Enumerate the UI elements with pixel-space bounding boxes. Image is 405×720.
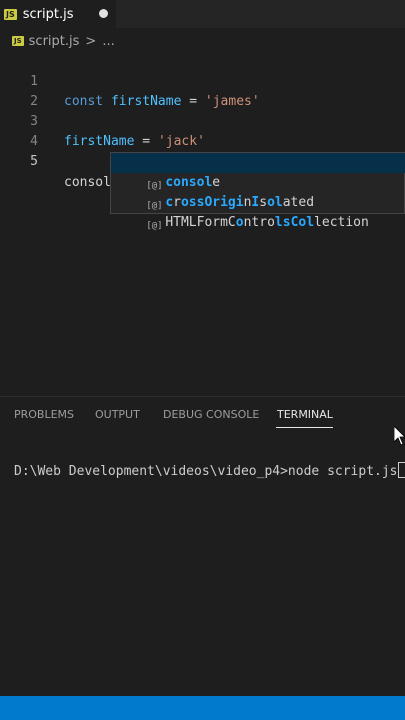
js-file-icon: JS: [4, 8, 17, 20]
terminal-cursor: [397, 462, 405, 478]
tab-debug-console[interactable]: DEBUG CONSOLE: [163, 408, 259, 421]
mouse-pointer-icon: [394, 426, 405, 446]
code-line: 3 firstName = 'jack': [0, 92, 405, 149]
chevron-right-icon: >: [85, 33, 97, 49]
breadcrumb: JS script.js > ...: [12, 32, 115, 50]
unsaved-dot-icon[interactable]: [99, 9, 108, 18]
line-number: 5: [30, 154, 38, 169]
breadcrumb-file[interactable]: script.js: [29, 34, 80, 49]
variable-icon: [@]: [146, 221, 163, 231]
terminal-output[interactable]: D:\Web Development\videos\video_p4>node …: [14, 462, 405, 479]
panel-tab-bar: PROBLEMS OUTPUT DEBUG CONSOLE TERMINAL: [0, 396, 405, 430]
suggestion-item[interactable]: [@] HTMLFormControlsCollection: [111, 193, 405, 231]
tab-script-js[interactable]: JS script.js: [0, 0, 116, 28]
suggestion-item[interactable]: [@] console: [111, 153, 405, 191]
autocomplete-suggestions: [@] console [@] crossOriginIsolated [@] HTM…: [110, 152, 405, 231]
tab-label: script.js: [22, 6, 74, 22]
tab-terminal[interactable]: TERMINAL: [277, 408, 333, 421]
code-line: 1 const firstName = 'james': [0, 52, 405, 109]
active-tab-indicator: [276, 427, 333, 428]
status-bar: [0, 696, 405, 720]
code-line-active: 5 consol: [0, 132, 405, 190]
tab-output[interactable]: OUTPUT: [95, 408, 140, 421]
editor-tab-bar: JS script.js: [0, 0, 405, 28]
code-line: 2: [0, 72, 405, 109]
suggestion-item[interactable]: [@] crossOriginIsolated: [111, 173, 405, 211]
tab-problems[interactable]: PROBLEMS: [14, 408, 74, 421]
js-file-icon: JS: [12, 36, 24, 46]
code-line: 4: [0, 112, 405, 149]
terminal-prompt-line: D:\Web Development\videos\video_p4>node …: [14, 464, 398, 479]
breadcrumb-more[interactable]: ...: [102, 34, 114, 49]
typed-text: consol: [64, 175, 111, 190]
